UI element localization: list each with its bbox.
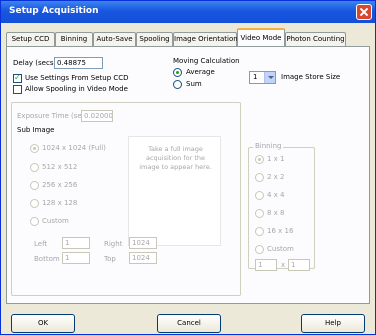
delay-label: Delay (secs) (13, 59, 57, 67)
use-settings-checkbox[interactable] (13, 73, 22, 83)
cancel-button[interactable]: Cancel (157, 314, 221, 333)
help-button[interactable]: Help (301, 314, 365, 333)
binning-option-label: 2 x 2 (267, 173, 285, 181)
binning-title: Binning (253, 142, 284, 150)
average-radio[interactable] (173, 68, 182, 77)
average-label: Average (186, 68, 215, 76)
binning-x-field[interactable]: 1 (255, 259, 277, 271)
use-settings-label: Use Settings From Setup CCD (25, 74, 129, 82)
sum-radio[interactable] (173, 80, 182, 89)
allow-spooling-label: Allow Spooling in Video Mode (25, 85, 128, 93)
delay-field[interactable]: 0.48875 (54, 57, 103, 69)
tab-spooling[interactable]: Spooling (136, 32, 173, 46)
sub-image-option-label: Custom (42, 217, 69, 225)
preview-placeholder-text: Take a full image acquisition for the im… (139, 145, 212, 171)
sub-image-option-label: 128 x 128 (42, 199, 78, 207)
binning-option-1x1[interactable] (255, 155, 264, 164)
tab-setup-ccd[interactable]: Setup CCD (6, 32, 55, 46)
allow-spooling-checkbox[interactable] (13, 85, 22, 94)
binning-option-label: 8 x 8 (267, 209, 285, 217)
chevron-down-icon[interactable] (264, 72, 275, 83)
tab-auto-save[interactable]: Auto-Save (93, 32, 136, 46)
moving-calculation-title: Moving Calculation (173, 57, 240, 65)
bottom-label: Bottom (34, 255, 60, 263)
sub-image-option-512[interactable] (30, 163, 39, 172)
right-label: Right (104, 240, 123, 248)
tab-image-orientation[interactable]: Image Orientation (173, 32, 238, 46)
binning-option-label: Custom (267, 245, 294, 253)
setup-acquisition-window: Setup Acquisition Setup CCD Binning Auto… (0, 0, 376, 335)
title-bar[interactable]: Setup Acquisition (1, 1, 375, 23)
binning-option-custom[interactable] (255, 245, 264, 254)
left-label: Left (34, 240, 48, 248)
binning-y-field[interactable]: 1 (288, 259, 310, 271)
sub-image-option-label: 512 x 512 (42, 163, 78, 171)
binning-separator: x (281, 261, 286, 269)
sub-image-option-label: 1024 x 1024 (Full) (42, 144, 106, 152)
window-title: Setup Acquisition (9, 6, 99, 16)
sub-image-option-label: 256 x 256 (42, 181, 78, 189)
image-store-size-label: Image Store Size (281, 73, 341, 81)
tab-binning[interactable]: Binning (55, 32, 93, 46)
binning-option-8x8[interactable] (255, 209, 264, 218)
sub-image-option-full[interactable] (30, 144, 39, 153)
sum-label: Sum (186, 80, 202, 88)
image-store-size-value: 1 (253, 73, 258, 81)
sub-image-option-custom[interactable] (30, 217, 39, 226)
bottom-field[interactable]: 1 (62, 252, 90, 264)
binning-option-label: 4 x 4 (267, 191, 285, 199)
left-field[interactable]: 1 (62, 237, 90, 249)
sub-image-option-256[interactable] (30, 181, 39, 190)
binning-option-label: 1 x 1 (267, 155, 285, 163)
top-field[interactable]: 1024 (129, 252, 157, 264)
sub-image-title: Sub Image (17, 126, 55, 134)
image-preview: Take a full image acquisition for the im… (128, 136, 221, 246)
image-store-size-select[interactable]: 1 (249, 71, 276, 84)
binning-option-label: 16 x 16 (267, 227, 294, 235)
binning-option-4x4[interactable] (255, 191, 264, 200)
ok-button[interactable]: OK (11, 314, 75, 333)
right-field[interactable]: 1024 (129, 237, 157, 249)
top-label: Top (104, 255, 116, 263)
binning-option-16x16[interactable] (255, 227, 264, 236)
binning-option-2x2[interactable] (255, 173, 264, 182)
tab-video-mode[interactable]: Video Mode (237, 28, 285, 46)
sub-image-option-128[interactable] (30, 199, 39, 208)
exposure-time-field[interactable]: 0.02000 (81, 110, 113, 122)
close-icon[interactable] (356, 4, 372, 20)
tab-photon-counting[interactable]: Photon Counting (285, 32, 346, 46)
